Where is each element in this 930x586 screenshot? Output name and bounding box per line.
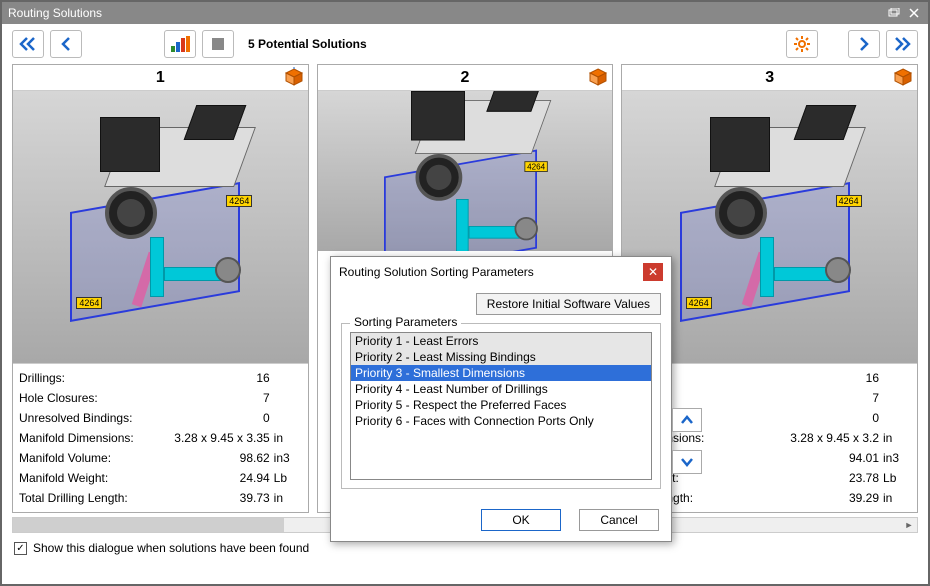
list-item[interactable]: Priority 2 - Least Missing Bindings	[351, 349, 651, 365]
prop-unit: Lb	[883, 471, 911, 485]
view-cube-icon[interactable]	[893, 67, 913, 87]
dialog-close-button[interactable]: ✕	[643, 263, 663, 281]
dialog-title: Routing Solution Sorting Parameters	[339, 265, 534, 279]
prop-unit: in	[883, 431, 911, 445]
solution-index: 3	[765, 69, 774, 87]
prop-value: 98.62	[149, 451, 274, 465]
prop-label: Unresolved Bindings:	[19, 411, 149, 425]
priority-listbox[interactable]: Priority 1 - Least Errors Priority 2 - L…	[350, 332, 652, 480]
prop-value: 7	[758, 391, 883, 405]
tag-label: 4264	[686, 297, 712, 309]
tag-label: 4264	[76, 297, 102, 309]
gear-icon	[793, 35, 811, 53]
prop-unit: in	[274, 491, 302, 505]
next-button[interactable]	[848, 30, 880, 58]
tag-label: 4264	[836, 195, 862, 207]
tag-label: 4264	[524, 161, 547, 172]
prop-value: 0	[149, 411, 274, 425]
prop-label: Hole Closures:	[19, 391, 149, 405]
sorting-dialog: Routing Solution Sorting Parameters ✕ Re…	[330, 256, 672, 542]
prop-unit: in3	[274, 451, 302, 465]
chevron-down-icon	[680, 457, 694, 467]
chevron-up-icon	[680, 415, 694, 425]
view-cube-icon[interactable]	[284, 67, 304, 87]
prop-label: Total Drilling Length:	[19, 491, 149, 505]
ok-button[interactable]: OK	[481, 509, 561, 531]
prop-unit: Lb	[274, 471, 302, 485]
restore-defaults-button[interactable]: Restore Initial Software Values	[476, 293, 661, 315]
prev-button[interactable]	[50, 30, 82, 58]
first-button[interactable]	[12, 30, 44, 58]
show-dialogue-checkbox[interactable]: ✓	[14, 542, 27, 555]
prop-label: Manifold Volume:	[19, 451, 149, 465]
prop-unit: in	[883, 491, 911, 505]
solution-card: 1 4264 4264 Drillings:16 Hole Closures:7…	[12, 64, 309, 513]
stop-button[interactable]	[202, 30, 234, 58]
move-up-button[interactable]	[672, 408, 702, 432]
prop-label: Drillings:	[19, 371, 149, 385]
window-titlebar: Routing Solutions	[2, 2, 928, 24]
scroll-right-icon[interactable]: ►	[901, 518, 917, 532]
cancel-button[interactable]: Cancel	[579, 509, 659, 531]
solution-index: 1	[156, 69, 165, 87]
viewport-3d[interactable]: 4264	[318, 91, 613, 251]
prop-value: 24.94	[149, 471, 274, 485]
window-restore-icon[interactable]	[886, 6, 902, 20]
chart-button[interactable]	[164, 30, 196, 58]
toolbar-title: 5 Potential Solutions	[248, 37, 367, 51]
prop-value: 7	[149, 391, 274, 405]
list-item[interactable]: Priority 6 - Faces with Connection Ports…	[351, 413, 651, 429]
prop-value: 3.28 x 9.45 x 3.35	[149, 431, 274, 445]
bar-chart-icon	[171, 36, 190, 52]
view-cube-icon[interactable]	[588, 67, 608, 87]
settings-button[interactable]	[786, 30, 818, 58]
prop-value: 0	[758, 411, 883, 425]
prop-value: 39.29	[758, 491, 883, 505]
solution-index: 2	[461, 69, 470, 87]
viewport-3d[interactable]: 4264 4264	[13, 91, 308, 363]
prop-label: Manifold Weight:	[19, 471, 149, 485]
list-item[interactable]: Priority 3 - Smallest Dimensions	[351, 365, 651, 381]
window-close-icon[interactable]	[906, 6, 922, 20]
move-down-button[interactable]	[672, 450, 702, 474]
prop-label: Manifold Dimensions:	[19, 431, 149, 445]
group-label: Sorting Parameters	[350, 315, 461, 329]
stop-icon	[212, 38, 224, 50]
prop-unit: in3	[883, 451, 911, 465]
prop-unit: in	[274, 431, 302, 445]
prop-value: 3.28 x 9.45 x 3.2	[758, 431, 883, 445]
scrollbar-thumb[interactable]	[13, 518, 284, 532]
toolbar: 5 Potential Solutions	[2, 24, 928, 64]
last-button[interactable]	[886, 30, 918, 58]
solution-properties: Drillings:16 Hole Closures:7 Unresolved …	[13, 363, 308, 512]
list-item[interactable]: Priority 1 - Least Errors	[351, 333, 651, 349]
prop-value: 23.78	[758, 471, 883, 485]
list-item[interactable]: Priority 4 - Least Number of Drillings	[351, 381, 651, 397]
prop-value: 94.01	[758, 451, 883, 465]
prop-value: 16	[149, 371, 274, 385]
window-title: Routing Solutions	[8, 6, 102, 20]
show-dialogue-label: Show this dialogue when solutions have b…	[33, 541, 309, 555]
prop-value: 16	[758, 371, 883, 385]
list-item[interactable]: Priority 5 - Respect the Preferred Faces	[351, 397, 651, 413]
tag-label: 4264	[226, 195, 252, 207]
prop-value: 39.73	[149, 491, 274, 505]
